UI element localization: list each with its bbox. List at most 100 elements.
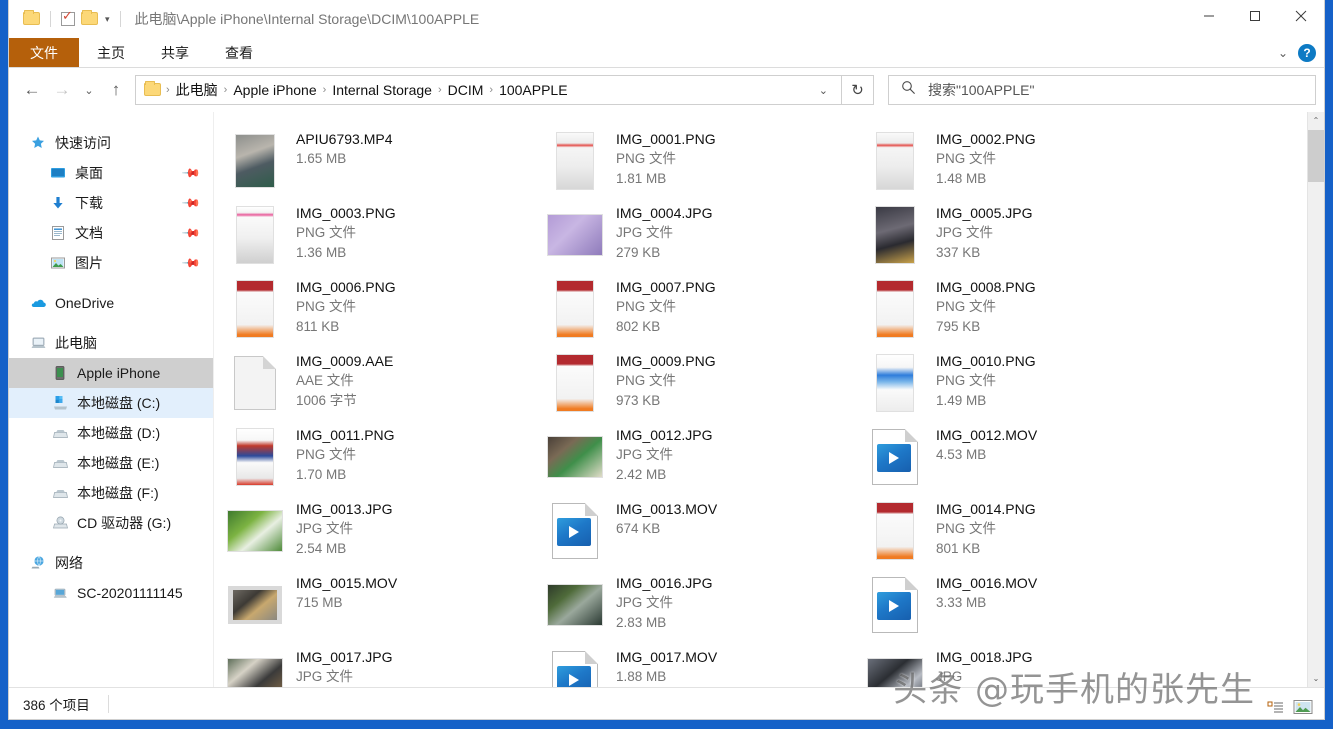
file-item[interactable]: IMG_0003.PNG PNG 文件 1.36 MB	[228, 200, 548, 274]
file-item[interactable]: IMG_0001.PNG PNG 文件 1.81 MB	[548, 126, 868, 200]
scroll-down-button[interactable]: ⌄	[1308, 670, 1324, 687]
navigation-pane[interactable]: 快速访问 桌面 📌 下载 📌 文档	[9, 112, 214, 687]
file-grid: APIU6793.MP4 1.65 MB IMG_0001.PNG PNG 文件…	[214, 112, 1307, 687]
tab-home[interactable]: 主页	[79, 38, 143, 67]
refresh-button[interactable]: ↻	[842, 75, 874, 105]
sidebar-item-local-disk-c[interactable]: 本地磁盘 (C:)	[9, 388, 213, 418]
recent-locations-button[interactable]: ⌄	[77, 75, 101, 105]
photo-thumbnail	[548, 276, 602, 342]
breadcrumb-item-0[interactable]: 此电脑	[171, 80, 223, 100]
file-item[interactable]: IMG_0018.JPG JPG	[868, 644, 1188, 687]
up-button[interactable]: ↑	[101, 75, 131, 105]
breadcrumb-item-4[interactable]: 100APPLE	[494, 82, 573, 98]
scroll-up-button[interactable]: ⌃	[1308, 112, 1324, 129]
file-item[interactable]: IMG_0005.JPG JPG 文件 337 KB	[868, 200, 1188, 274]
file-item[interactable]: IMG_0010.PNG PNG 文件 1.49 MB	[868, 348, 1188, 422]
file-item[interactable]: IMG_0004.JPG JPG 文件 279 KB	[548, 200, 868, 274]
maximize-button[interactable]	[1232, 0, 1278, 32]
chevron-down-icon[interactable]: ⌄	[810, 84, 837, 97]
network-icon	[29, 554, 47, 572]
file-item[interactable]: IMG_0002.PNG PNG 文件 1.48 MB	[868, 126, 1188, 200]
title-bar: ▾ 此电脑\Apple iPhone\Internal Storage\DCIM…	[9, 0, 1324, 38]
new-folder-icon[interactable]	[81, 12, 98, 26]
sidebar-item-local-disk-d[interactable]: 本地磁盘 (D:)	[9, 418, 213, 448]
sidebar-item-this-pc[interactable]: 此电脑	[9, 328, 213, 358]
file-type: JPG 文件	[296, 519, 393, 539]
checkbox-icon[interactable]	[61, 12, 75, 26]
sidebar-item-label: 快速访问	[55, 133, 111, 153]
file-item[interactable]: IMG_0012.MOV 4.53 MB	[868, 422, 1188, 496]
sidebar-item-local-disk-f[interactable]: 本地磁盘 (F:)	[9, 478, 213, 508]
file-item[interactable]: IMG_0013.MOV 674 KB	[548, 496, 868, 570]
sidebar-item-cd-drive-g[interactable]: CD 驱动器 (G:)	[9, 508, 213, 538]
tab-share[interactable]: 共享	[143, 38, 207, 67]
scrollbar-thumb[interactable]	[1308, 130, 1324, 182]
sidebar-item-downloads[interactable]: 下载 📌	[9, 188, 213, 218]
tab-view[interactable]: 查看	[207, 38, 271, 67]
file-item[interactable]: IMG_0006.PNG PNG 文件 811 KB	[228, 274, 548, 348]
sidebar-item-network-computer[interactable]: SC-20201111145	[9, 578, 213, 608]
large-icons-view-icon[interactable]	[1292, 697, 1314, 717]
file-name: IMG_0003.PNG	[296, 203, 396, 223]
chevron-down-icon[interactable]: ▾	[105, 14, 110, 25]
breadcrumb-item-2[interactable]: Internal Storage	[327, 82, 437, 98]
file-item[interactable]: IMG_0012.JPG JPG 文件 2.42 MB	[548, 422, 868, 496]
file-item[interactable]: IMG_0017.MOV 1.88 MB	[548, 644, 868, 687]
minimize-button[interactable]	[1186, 0, 1232, 32]
pin-icon[interactable]: 📌	[181, 193, 201, 213]
file-name: IMG_0001.PNG	[616, 129, 716, 149]
file-item[interactable]: IMG_0009.AAE AAE 文件 1006 字节	[228, 348, 548, 422]
ribbon-tab-bar: 文件 主页 共享 查看 ⌄ ?	[9, 38, 1324, 68]
movie-file-icon	[868, 424, 922, 490]
vertical-scrollbar[interactable]: ⌃ ⌄	[1307, 112, 1324, 687]
file-list-pane[interactable]: APIU6793.MP4 1.65 MB IMG_0001.PNG PNG 文件…	[214, 112, 1324, 687]
pin-icon[interactable]: 📌	[181, 223, 201, 243]
chevron-down-icon[interactable]: ⌄	[1278, 46, 1288, 60]
forward-button[interactable]: →	[47, 75, 77, 105]
file-size: 674 KB	[616, 519, 717, 539]
tab-file[interactable]: 文件	[9, 38, 79, 67]
folder-icon[interactable]	[23, 12, 40, 26]
breadcrumb-item-3[interactable]: DCIM	[443, 82, 489, 98]
file-item[interactable]: APIU6793.MP4 1.65 MB	[228, 126, 548, 200]
breadcrumb-item-1[interactable]: Apple iPhone	[228, 82, 321, 98]
sidebar-item-quick-access[interactable]: 快速访问	[9, 128, 213, 158]
close-button[interactable]	[1278, 0, 1324, 32]
photo-thumbnail	[868, 128, 922, 194]
file-item[interactable]: IMG_0009.PNG PNG 文件 973 KB	[548, 348, 868, 422]
sidebar-item-onedrive[interactable]: OneDrive	[9, 288, 213, 318]
file-item[interactable]: IMG_0008.PNG PNG 文件 795 KB	[868, 274, 1188, 348]
search-input[interactable]: 搜索"100APPLE"	[928, 80, 1034, 100]
file-item[interactable]: IMG_0007.PNG PNG 文件 802 KB	[548, 274, 868, 348]
help-icon[interactable]: ?	[1298, 44, 1316, 62]
file-item[interactable]: IMG_0016.MOV 3.33 MB	[868, 570, 1188, 644]
file-explorer-window: ▾ 此电脑\Apple iPhone\Internal Storage\DCIM…	[8, 0, 1325, 720]
file-item[interactable]: IMG_0015.MOV 715 MB	[228, 570, 548, 644]
sidebar-item-label: 文档	[75, 223, 103, 243]
address-bar[interactable]: › 此电脑 › Apple iPhone › Internal Storage …	[135, 75, 842, 105]
sidebar-item-pictures[interactable]: 图片 📌	[9, 248, 213, 278]
search-box[interactable]: 搜索"100APPLE"	[888, 75, 1316, 105]
file-name: IMG_0008.PNG	[936, 277, 1036, 297]
details-view-icon[interactable]	[1264, 697, 1286, 717]
photo-thumbnail	[868, 276, 922, 342]
sidebar-item-local-disk-e[interactable]: 本地磁盘 (E:)	[9, 448, 213, 478]
file-item[interactable]: IMG_0016.JPG JPG 文件 2.83 MB	[548, 570, 868, 644]
back-button[interactable]: ←	[17, 75, 47, 105]
pin-icon[interactable]: 📌	[181, 253, 201, 273]
sidebar-item-network[interactable]: 网络	[9, 548, 213, 578]
star-icon	[29, 134, 47, 152]
photo-thumbnail	[548, 202, 602, 268]
movie-file-icon	[548, 646, 602, 687]
file-name: IMG_0018.JPG	[936, 647, 1033, 667]
file-item[interactable]: IMG_0011.PNG PNG 文件 1.70 MB	[228, 422, 548, 496]
sidebar-item-apple-iphone[interactable]: Apple iPhone	[9, 358, 213, 388]
file-item[interactable]: IMG_0013.JPG JPG 文件 2.54 MB	[228, 496, 548, 570]
sidebar-item-documents[interactable]: 文档 📌	[9, 218, 213, 248]
sidebar-item-desktop[interactable]: 桌面 📌	[9, 158, 213, 188]
windows-drive-icon	[51, 394, 69, 412]
file-item[interactable]: IMG_0014.PNG PNG 文件 801 KB	[868, 496, 1188, 570]
item-count: 386 个项目	[23, 694, 90, 714]
pin-icon[interactable]: 📌	[181, 163, 201, 183]
file-item[interactable]: IMG_0017.JPG JPG 文件	[228, 644, 548, 687]
